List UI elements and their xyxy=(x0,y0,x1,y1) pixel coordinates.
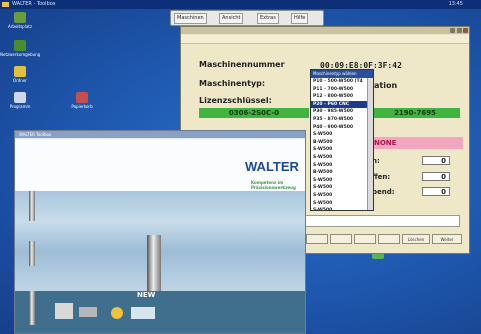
stat-row-2: ffen: 0 xyxy=(372,172,450,181)
desktop-icon-1[interactable]: Arbeitsplatz xyxy=(0,12,40,29)
tap-tool-icon xyxy=(29,291,35,325)
maximize-icon[interactable] xyxy=(457,28,462,33)
delete-button[interactable]: Löschen xyxy=(402,234,430,244)
taskbar-title: WALTER - Toolbox xyxy=(12,1,56,7)
dropdown-item[interactable]: S-W500 xyxy=(311,184,373,192)
license-key-label: Lizenzschlüssel: xyxy=(199,96,272,105)
machine-window-titlebar[interactable] xyxy=(181,27,469,34)
dropdown-item[interactable]: S-W500 xyxy=(311,192,373,200)
walter-window-title: WALTER Toolbox xyxy=(19,132,52,137)
toolbar: Maschinen Ansicht Extras Hilfe xyxy=(170,10,324,26)
taskbar-top: WALTER - Toolbox 13:45 xyxy=(0,0,481,9)
machine-type-dropdown[interactable]: Maschinentyp wählen P10 - 500-W500 (T4 P1… xyxy=(310,69,374,211)
drill-tool-icon xyxy=(29,191,35,221)
computer-icon xyxy=(14,12,26,23)
recycle-bin-icon xyxy=(76,92,88,103)
dropdown-item[interactable]: S-W500 xyxy=(311,131,373,139)
network-icon xyxy=(14,40,26,51)
toolbar-button-extras[interactable]: Extras xyxy=(257,13,279,24)
dropdown-item[interactable]: S-W500 xyxy=(311,162,373,170)
new-badge: NEW xyxy=(137,291,156,299)
taskbar-clock: 13:45 xyxy=(448,1,463,7)
next-button[interactable]: Weiter xyxy=(432,234,462,244)
dropdown-item[interactable]: S-W500 xyxy=(311,146,373,154)
dropdown-item[interactable]: P40 - 900-W500 xyxy=(311,124,373,132)
dropdown-item[interactable]: B-W500 xyxy=(311,139,373,147)
desktop-icon-3[interactable]: Ordner xyxy=(0,66,40,83)
end-mill-icon xyxy=(147,235,161,291)
machine-window-menubar xyxy=(181,35,469,44)
mill-tool-icon xyxy=(29,241,35,266)
button-1[interactable] xyxy=(306,234,328,244)
dropdown-item[interactable]: S-W500 xyxy=(311,207,373,210)
stat-label: ffen: xyxy=(372,173,391,181)
dropdown-item[interactable]: P35 - 870-W500 xyxy=(311,116,373,124)
dropdown-item[interactable]: P20 - P60 CNC xyxy=(311,100,373,109)
toolbar-button-help[interactable]: Hilfe xyxy=(291,13,309,24)
insert-icon xyxy=(55,303,73,319)
button-4[interactable] xyxy=(378,234,400,244)
dropdown-item[interactable]: P12 - 800-W500 xyxy=(311,93,373,101)
walter-logo: WALTER xyxy=(245,159,299,174)
button-2[interactable] xyxy=(330,234,352,244)
dropdown-item[interactable]: P10 - 500-W500 (T4 xyxy=(311,78,373,86)
license-key-field-right[interactable]: 2190-7695 xyxy=(370,108,460,118)
button-3[interactable] xyxy=(354,234,376,244)
walter-window: WALTER Toolbox WALTER Kompetenz im Präzi… xyxy=(14,130,306,334)
stat-value: 0 xyxy=(422,172,450,181)
dropdown-item[interactable]: P11 - 700-W500 xyxy=(311,86,373,94)
stat-value: 0 xyxy=(422,187,450,196)
fish-icon xyxy=(131,307,155,319)
close-icon[interactable] xyxy=(463,28,468,33)
status-banner: NONE xyxy=(368,137,463,149)
button-row: Löschen Weiter xyxy=(306,234,464,245)
dropdown-item[interactable]: P30 - 985-W500 xyxy=(311,108,373,116)
desktop-icon-2[interactable]: Netzwerkumgebung xyxy=(0,40,40,57)
walter-window-titlebar[interactable]: WALTER Toolbox xyxy=(15,131,305,138)
minimize-icon[interactable] xyxy=(450,28,455,33)
dropdown-item[interactable]: S-W500 xyxy=(311,154,373,162)
machine-type-label: Maschinentyp: xyxy=(199,79,266,88)
dropdown-item[interactable]: S-W500 xyxy=(311,177,373,185)
toolbar-button-view[interactable]: Ansicht xyxy=(219,13,244,24)
command-input[interactable] xyxy=(300,215,460,227)
program-icon xyxy=(14,92,26,103)
stat-value: 0 xyxy=(422,156,450,165)
dropdown-item[interactable]: S-W500 xyxy=(311,200,373,208)
license-key-field-left[interactable]: 0306-2S0C-0 xyxy=(199,108,309,118)
activation-label-fragment: ation xyxy=(374,81,398,90)
desktop-icon-5[interactable]: Papierkorb xyxy=(62,92,102,109)
stat-label: bend: xyxy=(372,188,395,196)
desktop-icon-4[interactable]: Programm xyxy=(0,92,40,109)
holder-icon xyxy=(79,307,97,317)
coin-icon xyxy=(111,307,123,319)
dropdown-item[interactable]: B-W500 xyxy=(311,169,373,177)
folder-icon xyxy=(14,66,26,77)
dropdown-header: Maschinentyp wählen xyxy=(311,70,373,78)
machine-number-label: Maschinennummer xyxy=(199,60,285,69)
start-icon[interactable] xyxy=(2,2,9,7)
walter-tagline: Kompetenz im Präzisionswerkzeug xyxy=(251,180,296,190)
dropdown-scrollbar[interactable] xyxy=(367,78,373,210)
toolbar-button-machines[interactable]: Maschinen xyxy=(174,13,207,24)
stat-row-3: bend: 0 xyxy=(372,187,450,196)
